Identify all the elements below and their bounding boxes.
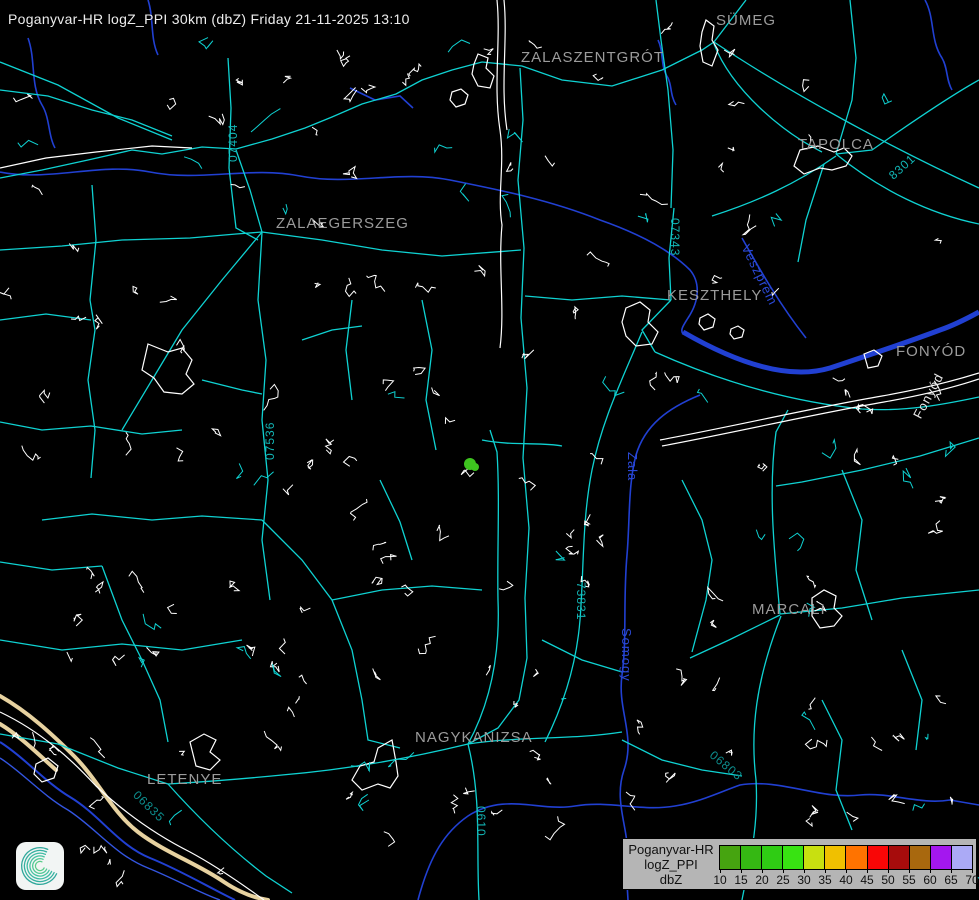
legend-tick-value: 40 (836, 873, 856, 887)
road-lines (0, 0, 979, 900)
legend-color-bar (719, 845, 973, 870)
legend-color-cell (889, 846, 910, 869)
radar-echo (464, 458, 479, 471)
road-number-label: 0610 (474, 806, 488, 837)
radar-map-canvas (0, 0, 979, 900)
city-label: MARCALI (752, 601, 826, 618)
city-label: TAPOLCA (798, 136, 874, 153)
legend-color-cell (868, 846, 889, 869)
legend-tick-value: 35 (815, 873, 835, 887)
legend-tick-value: 20 (752, 873, 772, 887)
legend-tick-value: 60 (920, 873, 940, 887)
road-number-label: 07404 (226, 124, 240, 162)
legend-color-cell (783, 846, 804, 869)
legend-color-cell (804, 846, 825, 869)
legend-color-cell (762, 846, 783, 869)
road-number-label: 07343 (668, 218, 682, 256)
legend-panel: Poganyvar-HR logZ_PPI dbZ 10152025303540… (622, 838, 977, 890)
legend-color-cell (846, 846, 867, 869)
legend-color-cell (720, 846, 741, 869)
legend-tick-value: 15 (731, 873, 751, 887)
legend-tick-value: 50 (878, 873, 898, 887)
legend-color-cell (741, 846, 762, 869)
legend-color-cell (931, 846, 952, 869)
legend-color-cell (825, 846, 846, 869)
legend-product-name: logZ_PPI (644, 857, 697, 872)
city-label: ZALAEGERSZEG (276, 215, 409, 232)
legend-tick-value: 25 (773, 873, 793, 887)
legend-text-block: Poganyvar-HR logZ_PPI dbZ (623, 839, 719, 889)
legend-tick-value: 55 (899, 873, 919, 887)
legend-color-cell (910, 846, 931, 869)
map-texture-squiggles-cyan (18, 38, 955, 826)
city-label: SÜMEG (716, 12, 776, 29)
legend-tick-value: 10 (710, 873, 730, 887)
river-lines (0, 0, 979, 900)
city-label: FONYÓD (896, 343, 966, 360)
legend-tick-labels: 10152025303540455055606570 (719, 869, 979, 889)
met-logo (16, 842, 64, 890)
city-label: NAGYKANIZSA (415, 729, 533, 746)
road-number-label: 73831 (574, 582, 588, 620)
legend-radar-name: Poganyvar-HR (628, 842, 713, 857)
city-label: LETENYE (147, 771, 222, 788)
legend-tick-value: 45 (857, 873, 877, 887)
legend-tick-value: 30 (794, 873, 814, 887)
radar-title: Poganyvar-HR logZ_PPI 30km (dbZ) Friday … (8, 11, 410, 27)
legend-tick-value: 70 (962, 873, 979, 887)
legend-color-cell (952, 846, 972, 869)
legend-tick-value: 65 (941, 873, 961, 887)
road-number-label: 07536 (263, 422, 277, 460)
city-label: ZALASZENTGRÓT (521, 49, 664, 66)
settlement-lines (0, 0, 979, 900)
region-name-label: Zala (625, 452, 640, 481)
legend-bar-area: 10152025303540455055606570 (719, 839, 976, 889)
spiral-logo-icon (18, 844, 62, 888)
region-name-label: Somogy (619, 628, 634, 682)
legend-unit-label: dbZ (660, 872, 682, 887)
city-label: KESZTHELY (667, 287, 762, 304)
radar-screenshot: Poganyvar-HR logZ_PPI 30km (dbZ) Friday … (0, 0, 979, 900)
